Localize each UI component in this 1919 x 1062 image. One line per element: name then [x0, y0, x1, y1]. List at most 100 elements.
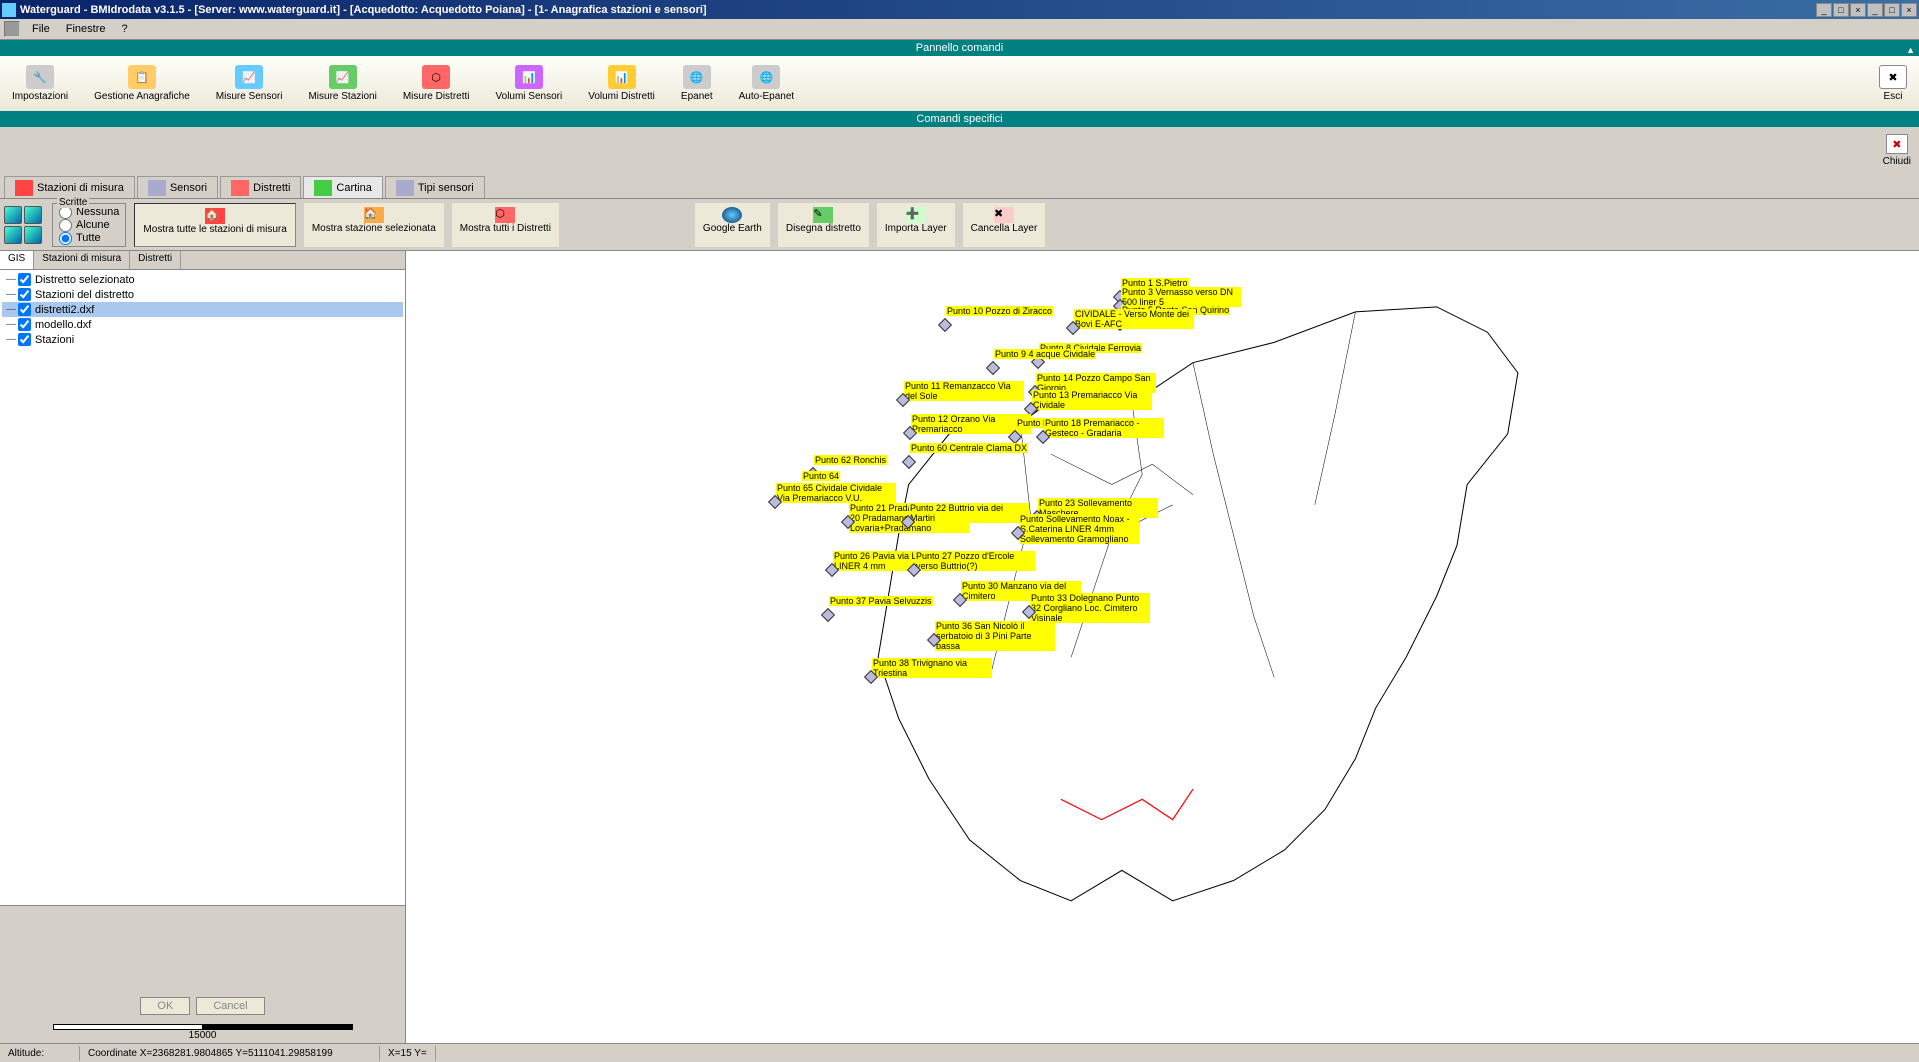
tab-cartina[interactable]: Cartina: [303, 176, 382, 198]
panel-comandi-header: Pannello comandi ▲: [0, 40, 1919, 56]
chiudi-button[interactable]: ✖ Chiudi: [1883, 134, 1911, 167]
tree-expand-icon[interactable]: —: [6, 304, 18, 315]
sensor-icon: [148, 180, 166, 196]
cancella-layer-button[interactable]: ✖Cancella Layer: [963, 203, 1046, 247]
title-bar: Waterguard - BMIdrodata v3.1.5 - [Server…: [0, 0, 1919, 19]
left-subtabs: GIS Stazioni di misura Distretti: [0, 251, 405, 270]
tree-label: modello.dxf: [35, 319, 91, 331]
ok-button[interactable]: OK: [140, 997, 190, 1015]
tree-row[interactable]: — Stazioni del distretto: [2, 287, 403, 302]
tree-expand-icon[interactable]: —: [6, 274, 18, 285]
sensor-type-icon: [396, 180, 414, 196]
mdi-close-button[interactable]: ×: [1901, 3, 1917, 17]
menu-help[interactable]: ?: [113, 21, 135, 37]
tree-row[interactable]: — distretti2.dxf: [2, 302, 403, 317]
layer-tree[interactable]: — Distretto selezionato — Stazioni del dist…: [0, 270, 405, 905]
tree-row[interactable]: — Stazioni: [2, 332, 403, 347]
disegna-distretto-button[interactable]: ✎Disegna distretto: [778, 203, 869, 247]
main-tabs: Stazioni di misura Sensori Distretti Car…: [0, 174, 1919, 199]
houses-icon: 🏠: [205, 208, 225, 224]
auto-epanet-button[interactable]: 🌐Auto-Epanet: [735, 63, 799, 104]
importa-layer-button[interactable]: ➕Importa Layer: [877, 203, 955, 247]
house-icon: 🏠: [364, 207, 384, 223]
volumi-sensori-button[interactable]: 📊Volumi Sensori: [492, 63, 567, 104]
district-icon: [231, 180, 249, 196]
close-button[interactable]: ×: [1850, 3, 1866, 17]
mostra-selezionata-button[interactable]: 🏠Mostra stazione selezionata: [304, 203, 444, 247]
secondary-toolbar: ✖ Chiudi: [0, 127, 1919, 174]
status-xy: X=15 Y=: [380, 1046, 436, 1061]
districts-icon: ⬡: [495, 207, 515, 223]
mostra-distretti-button[interactable]: ⬡Mostra tutti i Distretti: [452, 203, 559, 247]
scritte-legend: Scritte: [57, 197, 89, 208]
status-altitude: Altitude:: [0, 1046, 80, 1061]
epanet-button[interactable]: 🌐Epanet: [677, 63, 717, 104]
tree-row[interactable]: — Distretto selezionato: [2, 272, 403, 287]
tree-checkbox[interactable]: [18, 333, 31, 346]
map-viewport[interactable]: Punto 10 Pozzo di ZiraccoPunto 1 S.Pietr…: [406, 251, 1919, 1043]
tree-expand-icon[interactable]: —: [6, 289, 18, 300]
mdi-icon[interactable]: [4, 21, 20, 37]
app-icon: [2, 3, 16, 17]
impostazioni-button[interactable]: 🔧Impostazioni: [8, 63, 72, 104]
mostra-tutte-button[interactable]: 🏠Mostra tutte le stazioni di misura: [134, 203, 295, 247]
cancel-button[interactable]: Cancel: [196, 997, 264, 1015]
comandi-specifici-label: Comandi specifici: [916, 113, 1002, 125]
tree-row[interactable]: — modello.dxf: [2, 317, 403, 332]
tree-expand-icon[interactable]: —: [6, 319, 18, 330]
map-icon: [314, 180, 332, 196]
status-coordinate: Coordinate X=2368281.9804865 Y=5111041.2…: [80, 1046, 380, 1061]
left-panel: GIS Stazioni di misura Distretti — Distre…: [0, 251, 406, 1043]
menu-file[interactable]: File: [24, 21, 58, 37]
main-toolbar: 🔧Impostazioni 📋Gestione Anagrafiche 📈Mis…: [0, 56, 1919, 111]
subtab-distretti[interactable]: Distretti: [130, 251, 181, 269]
station-icon: [15, 180, 33, 196]
tree-label: Stazioni del distretto: [35, 289, 134, 301]
menu-bar: File Finestre ?: [0, 19, 1919, 40]
subtab-gis[interactable]: GIS: [0, 251, 34, 269]
google-earth-icon: [722, 207, 742, 223]
minimize-button[interactable]: _: [1816, 3, 1832, 17]
google-earth-button[interactable]: Google Earth: [695, 203, 770, 247]
tree-label: Distretto selezionato: [35, 274, 135, 286]
tab-distretti[interactable]: Distretti: [220, 176, 301, 198]
map-controls-row: Scritte Nessuna Alcune Tutte 🏠Mostra tut…: [0, 199, 1919, 251]
delete-layer-icon: ✖: [994, 207, 1014, 223]
map-boundary: [406, 251, 1919, 1043]
maximize-button[interactable]: □: [1833, 3, 1849, 17]
tab-tipi[interactable]: Tipi sensori: [385, 176, 485, 198]
misure-distretti-button[interactable]: ⬡Misure Distretti: [399, 63, 474, 104]
chiudi-icon: ✖: [1886, 134, 1908, 154]
mdi-minimize-button[interactable]: _: [1867, 3, 1883, 17]
scale-bar: 15000: [0, 1021, 405, 1043]
globe-button-3[interactable]: [4, 226, 22, 244]
misure-sensori-button[interactable]: 📈Misure Sensori: [212, 63, 287, 104]
radio-alcune[interactable]: [59, 219, 72, 232]
tree-expand-icon[interactable]: —: [6, 334, 18, 345]
globe-button-2[interactable]: [24, 206, 42, 224]
subtab-stazioni[interactable]: Stazioni di misura: [34, 251, 130, 269]
esci-button[interactable]: ✖Esci: [1875, 63, 1911, 104]
scale-label: 15000: [189, 1030, 217, 1041]
globe-button-4[interactable]: [24, 226, 42, 244]
volumi-distretti-button[interactable]: 📊Volumi Distretti: [584, 63, 659, 104]
tree-checkbox[interactable]: [18, 273, 31, 286]
menu-finestre[interactable]: Finestre: [58, 21, 114, 37]
tree-checkbox[interactable]: [18, 318, 31, 331]
tab-sensori[interactable]: Sensori: [137, 176, 218, 198]
tree-label: Stazioni: [35, 334, 74, 346]
window-title: Waterguard - BMIdrodata v3.1.5 - [Server…: [20, 4, 1816, 16]
tree-checkbox[interactable]: [18, 303, 31, 316]
misure-stazioni-button[interactable]: 📈Misure Stazioni: [304, 63, 380, 104]
tree-label: distretti2.dxf: [35, 304, 94, 316]
panel-comandi-label: Pannello comandi: [916, 42, 1003, 54]
gestione-button[interactable]: 📋Gestione Anagrafiche: [90, 63, 194, 104]
globe-button-1[interactable]: [4, 206, 22, 224]
collapse-caret-icon[interactable]: ▲: [1906, 42, 1915, 58]
mdi-maximize-button[interactable]: □: [1884, 3, 1900, 17]
radio-tutte[interactable]: [59, 232, 72, 245]
tree-checkbox[interactable]: [18, 288, 31, 301]
tab-stazioni[interactable]: Stazioni di misura: [4, 176, 135, 198]
status-bar: Altitude: Coordinate X=2368281.9804865 Y…: [0, 1043, 1919, 1062]
left-bottom-panel: OK Cancel: [0, 905, 405, 1021]
